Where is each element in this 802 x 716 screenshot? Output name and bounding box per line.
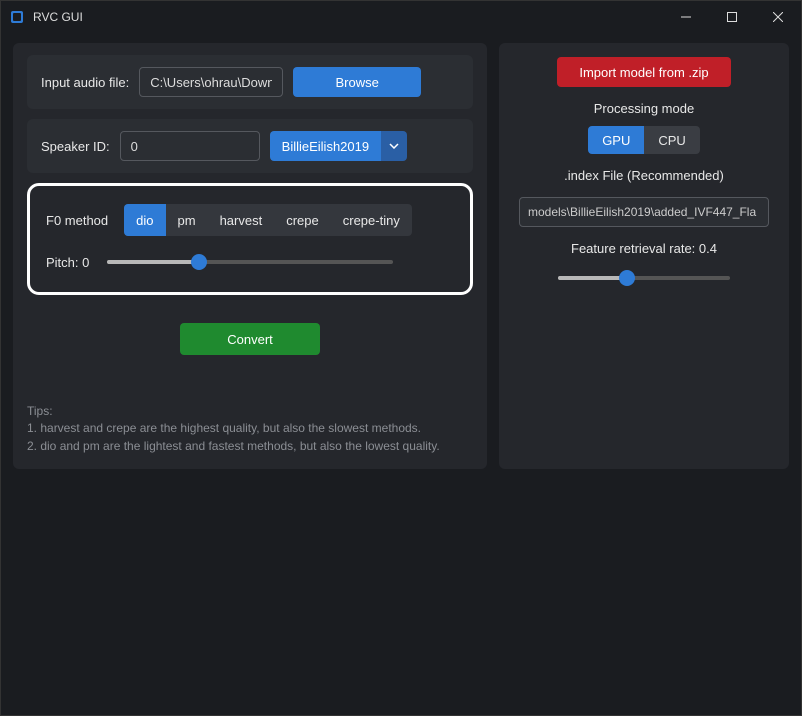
convert-button[interactable]: Convert: [180, 323, 320, 355]
feature-fill: [558, 276, 627, 280]
f0-method-row: F0 method dio pm harvest crepe crepe-tin…: [46, 204, 454, 236]
f0-tab-dio[interactable]: dio: [124, 204, 165, 236]
content-area: Input audio file: Browse Speaker ID: Bil…: [1, 33, 801, 479]
f0-tabs: dio pm harvest crepe crepe-tiny: [124, 204, 412, 236]
window-controls: [663, 1, 801, 33]
f0-tab-harvest[interactable]: harvest: [208, 204, 275, 236]
f0-method-label: F0 method: [46, 213, 108, 228]
input-audio-label: Input audio file:: [41, 75, 129, 90]
left-panel: Input audio file: Browse Speaker ID: Bil…: [13, 43, 487, 469]
model-dropdown-value: BillieEilish2019: [270, 131, 381, 161]
tips-line-1: 1. harvest and crepe are the highest qua…: [27, 420, 473, 437]
minimize-button[interactable]: [663, 1, 709, 33]
right-panel: Import model from .zip Processing mode G…: [499, 43, 789, 469]
processing-mode-segment: GPU CPU: [588, 126, 700, 154]
f0-tab-pm[interactable]: pm: [166, 204, 208, 236]
f0-tab-crepe-tiny[interactable]: crepe-tiny: [331, 204, 412, 236]
tips-line-2: 2. dio and pm are the lightest and faste…: [27, 438, 473, 455]
input-audio-field[interactable]: [139, 67, 283, 97]
f0-tab-crepe[interactable]: crepe: [274, 204, 331, 236]
pitch-label: Pitch: 0: [46, 255, 89, 270]
window-title: RVC GUI: [33, 10, 83, 24]
convert-row: Convert: [27, 323, 473, 355]
index-file-field[interactable]: [519, 197, 769, 227]
processing-mode-label: Processing mode: [594, 101, 694, 116]
pitch-thumb[interactable]: [191, 254, 207, 270]
pitch-row: Pitch: 0: [46, 254, 454, 270]
feature-rate-label: Feature retrieval rate: 0.4: [571, 241, 717, 256]
speaker-id-label: Speaker ID:: [41, 139, 110, 154]
mode-option-cpu[interactable]: CPU: [644, 126, 699, 154]
pitch-slider[interactable]: [107, 254, 393, 270]
browse-button[interactable]: Browse: [293, 67, 421, 97]
input-audio-row: Input audio file: Browse: [27, 55, 473, 109]
import-model-button[interactable]: Import model from .zip: [557, 57, 730, 87]
tips-heading: Tips:: [27, 403, 473, 420]
model-dropdown[interactable]: BillieEilish2019: [270, 131, 407, 161]
chevron-down-icon: [381, 131, 407, 161]
titlebar[interactable]: RVC GUI: [1, 1, 801, 33]
pitch-fill: [107, 260, 199, 264]
app-icon: [9, 9, 25, 25]
maximize-button[interactable]: [709, 1, 755, 33]
mode-option-gpu[interactable]: GPU: [588, 126, 644, 154]
feature-thumb[interactable]: [619, 270, 635, 286]
index-file-label: .index File (Recommended): [564, 168, 724, 183]
close-button[interactable]: [755, 1, 801, 33]
feature-rate-slider[interactable]: [558, 270, 730, 286]
f0-pitch-section: F0 method dio pm harvest crepe crepe-tin…: [27, 183, 473, 295]
speaker-id-field[interactable]: [120, 131, 260, 161]
speaker-id-row: Speaker ID: BillieEilish2019: [27, 119, 473, 173]
tips-section: Tips: 1. harvest and crepe are the highe…: [27, 403, 473, 455]
